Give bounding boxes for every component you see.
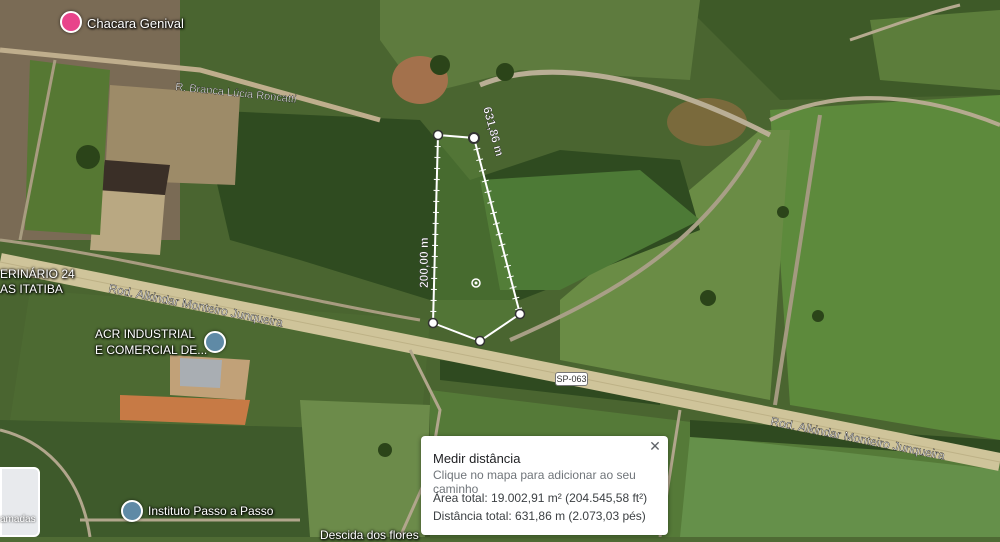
- chacara-pin-icon[interactable]: [60, 11, 82, 33]
- place-label-acr-1[interactable]: ACR INDUSTRIAL: [95, 327, 195, 341]
- layers-thumbnail[interactable]: [0, 467, 40, 537]
- measure-point[interactable]: [427, 317, 439, 329]
- measure-point[interactable]: [432, 129, 444, 141]
- total-distance: Distância total: 631,86 m (2.073,03 pés): [433, 509, 646, 523]
- measure-distance-panel: ✕ Medir distância Clique no mapa para ad…: [421, 436, 668, 535]
- measure-point[interactable]: [474, 335, 486, 347]
- total-area: Área total: 19.002,91 m² (204.545,58 ft²…: [433, 491, 648, 505]
- acr-pin-icon[interactable]: [204, 331, 226, 353]
- place-label-acr-2[interactable]: E COMERCIAL DE...: [95, 343, 207, 357]
- highway-shield: SP-063: [555, 372, 588, 386]
- place-label-bottom[interactable]: Descida dos flores: [320, 528, 419, 542]
- place-label-instituto[interactable]: Instituto Passo a Passo: [148, 504, 273, 518]
- segment-left-label: 200,00 m: [417, 237, 431, 288]
- close-icon[interactable]: ✕: [648, 439, 662, 453]
- layers-thumbnail-label: amadas: [0, 514, 36, 525]
- place-label-chacara[interactable]: Chacara Genival: [87, 16, 184, 31]
- measure-point[interactable]: [468, 132, 480, 144]
- place-label-left-1[interactable]: ERINÁRIO 24: [0, 267, 75, 281]
- panel-title: Medir distância: [433, 451, 521, 466]
- place-label-left-2[interactable]: AS ITATIBA: [0, 282, 63, 296]
- instituto-pin-icon[interactable]: [121, 500, 143, 522]
- measure-point[interactable]: [514, 308, 526, 320]
